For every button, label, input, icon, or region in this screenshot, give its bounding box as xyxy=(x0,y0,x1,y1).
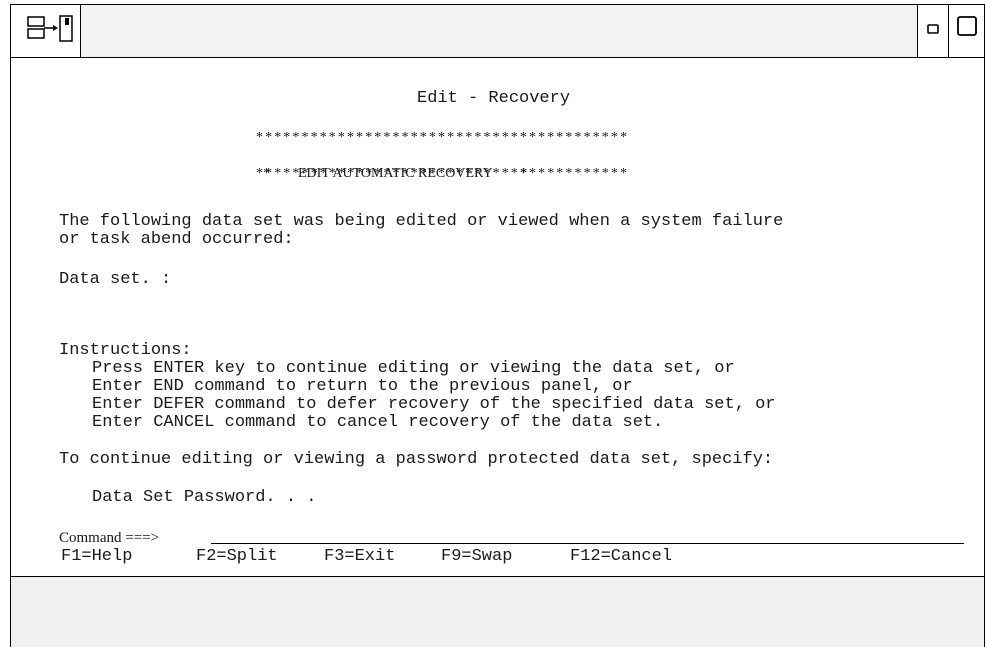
system-menu-button[interactable] xyxy=(11,5,81,57)
maximize-icon xyxy=(957,16,977,36)
panel-title: Edit - Recovery xyxy=(417,89,571,108)
minimize-button[interactable] xyxy=(917,5,948,57)
command-label: Command ===> xyxy=(59,530,160,546)
minimize-icon xyxy=(927,24,939,34)
function-key-f3[interactable]: F3=Exit xyxy=(324,547,395,567)
message-line-2: or task abend occurred: xyxy=(59,230,294,249)
banner-top: ****************************************… xyxy=(256,130,630,145)
function-key-f12[interactable]: F12=Cancel xyxy=(570,547,672,567)
split-window-icon xyxy=(27,15,73,42)
message-line-1: The following data set was being edited … xyxy=(59,212,784,231)
dataset-label: Data set. : xyxy=(59,270,172,289)
instruction-item: Enter END command to return to the previ… xyxy=(92,377,633,396)
banner-bottom: ****************************************… xyxy=(256,166,630,181)
function-key-f1[interactable]: F1=Help xyxy=(61,547,132,567)
instruction-item: Press ENTER key to continue editing or v… xyxy=(92,359,735,378)
password-prompt: To continue editing or viewing a passwor… xyxy=(59,450,774,469)
command-input[interactable] xyxy=(211,543,964,544)
instruction-item: Enter CANCEL command to cancel recovery … xyxy=(92,413,664,432)
status-bar xyxy=(10,576,985,647)
instruction-item: Enter DEFER command to defer recovery of… xyxy=(92,395,776,414)
title-bar xyxy=(10,4,985,58)
maximize-button[interactable] xyxy=(948,5,984,57)
password-label: Data Set Password. . . xyxy=(92,488,317,507)
instructions-heading: Instructions: xyxy=(59,341,192,360)
function-key-f2[interactable]: F2=Split xyxy=(196,547,278,567)
function-key-f9[interactable]: F9=Swap xyxy=(441,547,512,567)
